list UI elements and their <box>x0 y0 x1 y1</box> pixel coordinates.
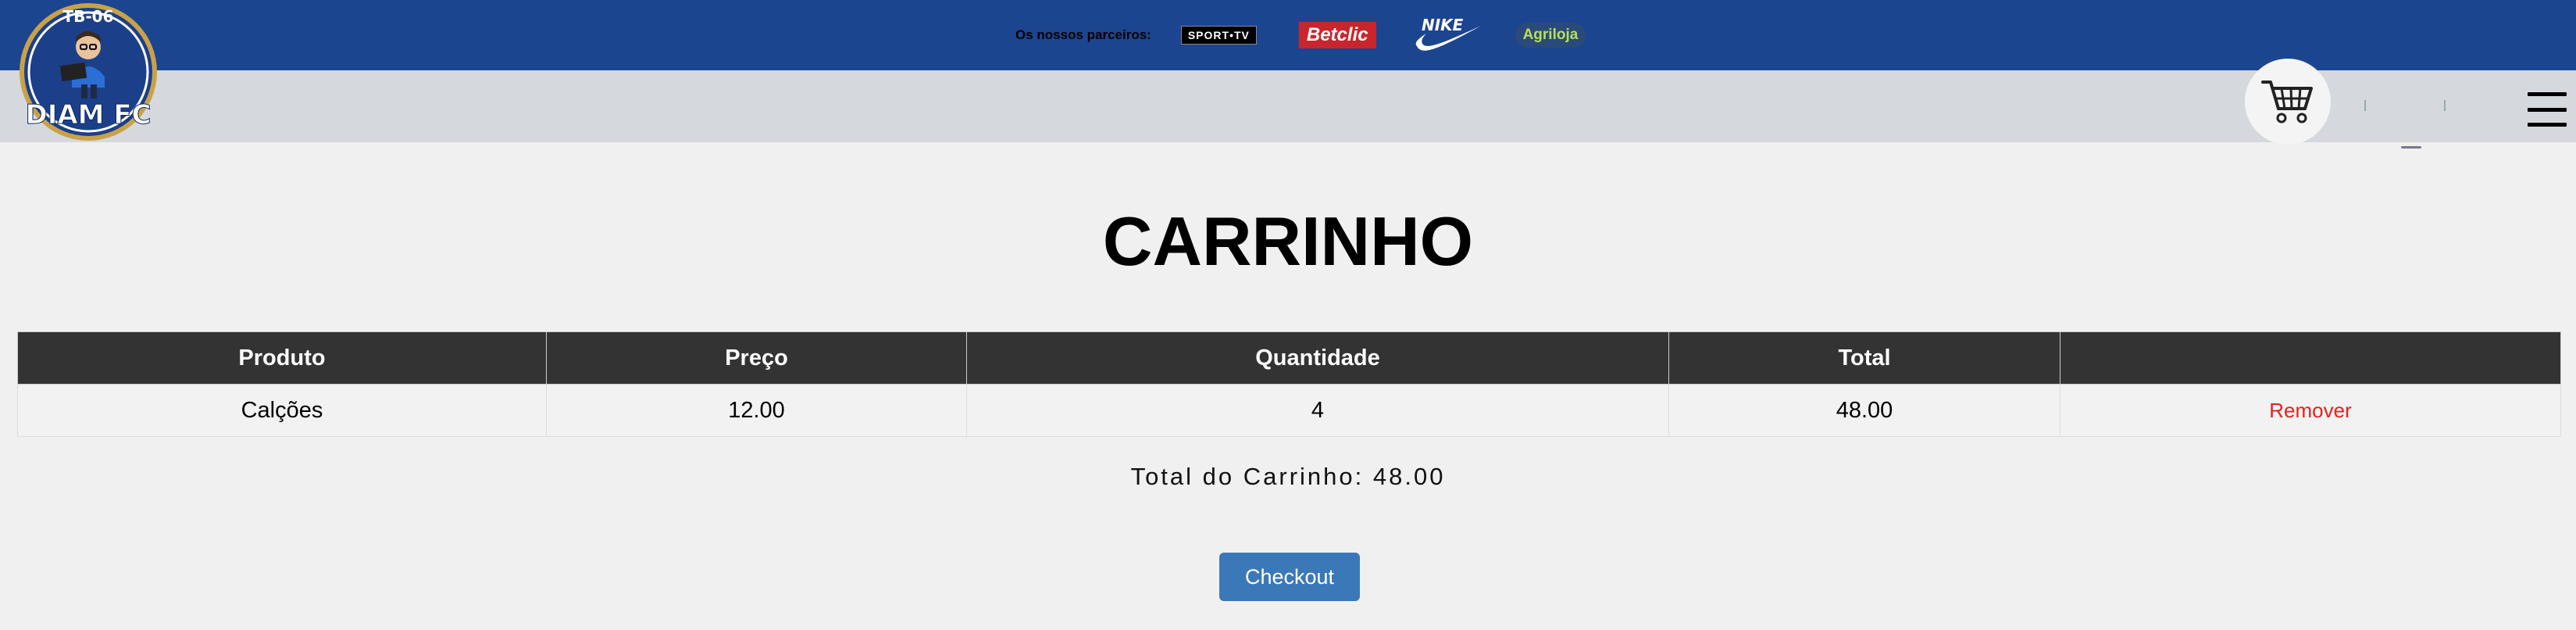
navigation-bar <box>0 70 2576 142</box>
svg-text:TB-06: TB-06 <box>62 7 113 26</box>
cart-table: Produto Preço Quantidade Total Calções 1… <box>17 331 2561 437</box>
menu-line <box>2528 92 2567 96</box>
cell-produto: Calções <box>17 384 547 437</box>
partners-label: Os nossos parceiros: <box>1015 27 1151 42</box>
profile-avatar-edge <box>2444 100 2446 111</box>
cart-button[interactable] <box>2245 59 2331 145</box>
column-header-quantidade: Quantidade <box>966 331 1669 385</box>
profile-avatar-shadow <box>2401 146 2421 149</box>
profile-button[interactable] <box>2362 61 2448 149</box>
nike-logo[interactable]: NIKE <box>1412 15 1484 55</box>
profile-avatar-icon <box>2364 100 2366 111</box>
table-row: Calções 12.00 4 48.00 Remover <box>17 384 2561 437</box>
cell-total: 48.00 <box>1668 384 2060 437</box>
partners-strip: Os nossos parceiros: SPORT•TV Betclic NI… <box>1015 15 1586 55</box>
club-crest-logo[interactable]: TB-06 DIAM FC <box>16 2 161 142</box>
shopping-cart-icon <box>2261 81 2313 123</box>
page-title: CARRINHO <box>1102 202 1474 280</box>
agriloja-logo[interactable]: Agriloja <box>1515 23 1586 48</box>
column-header-preco: Preço <box>546 331 967 385</box>
cart-total: Total do Carrinho: 48.00 <box>1130 463 1446 490</box>
partners-bar: Os nossos parceiros: SPORT•TV Betclic NI… <box>0 0 2576 70</box>
svg-text:DIAM FC: DIAM FC <box>25 99 151 131</box>
menu-line <box>2528 123 2567 127</box>
column-header-total: Total <box>1668 331 2060 385</box>
checkout-button[interactable]: Checkout <box>1219 553 1360 601</box>
menu-line <box>2528 107 2567 112</box>
betclic-logo[interactable]: Betclic <box>1298 22 1376 48</box>
column-header-actions <box>2060 331 2561 385</box>
hamburger-menu-icon[interactable] <box>2528 92 2567 127</box>
cell-preco: 12.00 <box>546 384 967 437</box>
column-header-produto: Produto <box>17 331 547 385</box>
remove-item-button[interactable]: Remover <box>2060 384 2561 437</box>
table-header-row: Produto Preço Quantidade Total <box>17 331 2561 385</box>
svg-text:NIKE: NIKE <box>1422 16 1464 34</box>
cell-quantidade: 4 <box>966 384 1669 437</box>
sporttv-logo[interactable]: SPORT•TV <box>1180 26 1257 45</box>
